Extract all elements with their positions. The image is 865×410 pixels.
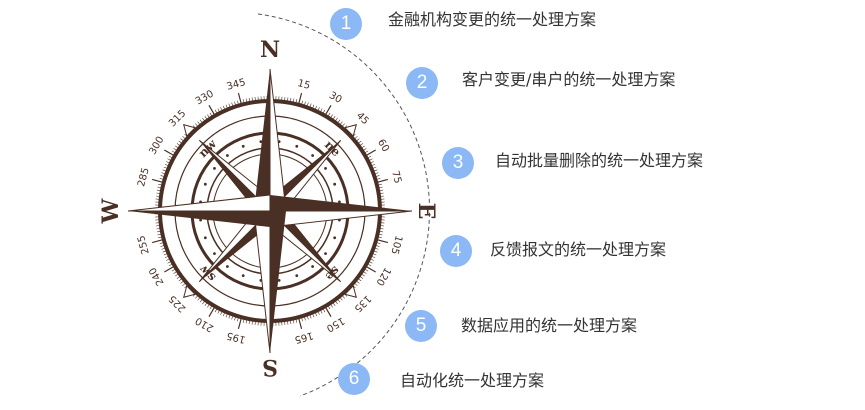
ring-dot (324, 252, 327, 256)
step-badge-5: 5 (405, 310, 437, 342)
ring-dot (295, 274, 299, 278)
degree-label: 105 (388, 234, 404, 255)
ring-dot (225, 154, 229, 157)
degree-label: 15 (296, 78, 311, 92)
degree-label: 60 (375, 137, 391, 154)
compass-diagram: 1530456075105120135150165195210225240255… (98, 13, 439, 397)
ring-dot (203, 236, 207, 240)
degree-label: 150 (324, 314, 346, 333)
step-badge-3: 3 (442, 147, 474, 179)
degree-label: 75 (389, 170, 403, 185)
step-badge-6: 6 (338, 363, 370, 395)
degree-label: 165 (293, 329, 314, 345)
step-badge-4: 4 (440, 235, 472, 267)
ring-dot (333, 182, 337, 186)
ring-dot (225, 265, 229, 268)
ring-dot (241, 144, 245, 148)
step-label-1: 金融机构变更的统一处理方案 (388, 10, 597, 29)
ring-dot (213, 166, 216, 170)
cardinal-e: E (413, 203, 439, 220)
degree-label: 195 (226, 329, 247, 345)
cardinal-point (269, 68, 287, 212)
step-badge-1: 1 (330, 8, 362, 40)
ring-dot (324, 166, 327, 170)
degree-label: 120 (373, 265, 392, 287)
degree-label: 240 (147, 265, 166, 287)
step-label-3: 自动批量删除的统一处理方案 (495, 151, 704, 170)
cardinal-point (127, 194, 271, 212)
ring-dot (213, 252, 216, 256)
ring-dot (311, 154, 315, 157)
degree-label: 210 (194, 314, 216, 333)
degree-label: 255 (136, 234, 152, 255)
step-label-4: 反馈报文的统一处理方案 (490, 240, 667, 259)
cardinal-n: N (260, 37, 280, 63)
cardinal-point (253, 210, 271, 354)
ring-dot (333, 236, 337, 240)
degree-label: 300 (147, 135, 166, 157)
degree-label: 330 (194, 88, 216, 107)
degree-label: 30 (327, 90, 344, 106)
cardinal-point (269, 210, 413, 228)
step-label-2: 客户变更/串户的统一处理方案 (462, 70, 676, 89)
step-label-5: 数据应用的统一处理方案 (461, 316, 638, 335)
ring-dot (241, 274, 245, 278)
ring-dot (203, 182, 207, 186)
degree-label: 285 (136, 167, 152, 188)
cardinal-w: W (98, 198, 124, 224)
ring-dot (295, 144, 299, 148)
step-badge-2: 2 (406, 67, 438, 99)
step-label-6: 自动化统一处理方案 (400, 371, 545, 390)
cardinal-s: S (262, 354, 278, 380)
degree-label: 345 (226, 77, 247, 93)
ring-dot (311, 265, 315, 268)
